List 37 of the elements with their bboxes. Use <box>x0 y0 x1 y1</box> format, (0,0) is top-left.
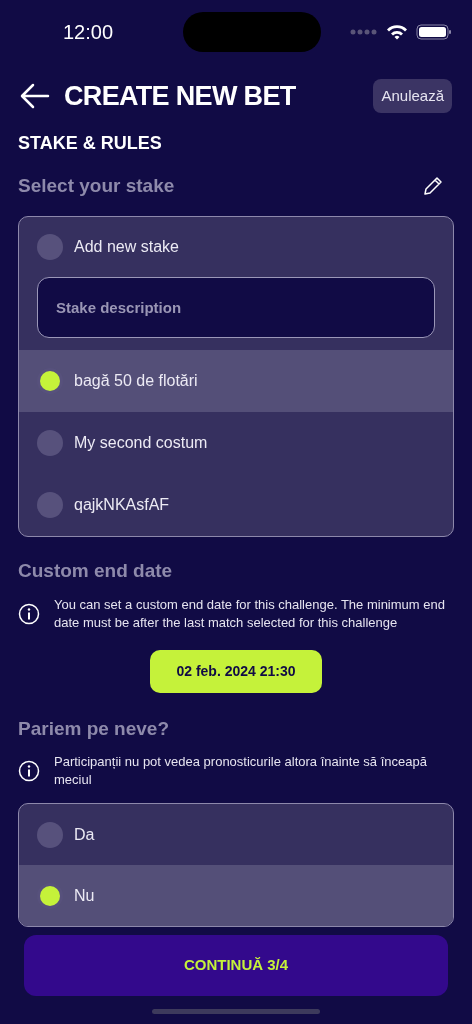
edit-icon[interactable] <box>422 175 444 197</box>
info-icon <box>18 602 40 625</box>
blind-heading: Pariem pe neve? <box>18 716 171 741</box>
battery-icon <box>416 24 452 40</box>
option-label: bagă 50 de flotări <box>74 371 198 391</box>
radio-button[interactable] <box>37 368 63 394</box>
wifi-icon <box>386 24 408 40</box>
option-row[interactable]: Da <box>19 804 453 865</box>
option-row[interactable]: bagă 50 de flotări <box>19 350 453 412</box>
option-row[interactable]: Add new stake <box>19 217 453 277</box>
radio-button[interactable] <box>37 430 63 456</box>
cancel-button[interactable]: Anulează <box>373 79 452 113</box>
radio-button[interactable] <box>37 234 63 260</box>
continue-button[interactable]: CONTINUĂ 3/4 <box>24 935 448 996</box>
end-date-heading: Custom end date <box>18 559 174 583</box>
info-text: You can set a custom end date for this challenge. The minimum end date must be after the last match selected for this challenge <box>54 595 446 632</box>
page-title: CREATE NEW BET <box>64 79 297 113</box>
radio-button[interactable] <box>37 492 63 518</box>
option-label: My second costum <box>74 433 208 453</box>
end-date-button[interactable]: 02 feb. 2024 21:30 <box>150 649 322 693</box>
option-row[interactable]: Nu <box>19 865 453 926</box>
option-label: Da <box>74 824 95 845</box>
radio-button[interactable] <box>37 821 63 848</box>
info-text: Participanții nu pot vedea pronosticurile altora înainte să înceapă meciul <box>54 753 428 789</box>
back-button[interactable] <box>20 83 50 109</box>
info-icon <box>18 760 40 782</box>
radio-button[interactable] <box>37 882 63 909</box>
option-row[interactable]: My second costum <box>19 412 453 474</box>
stake-heading: Select your stake <box>18 173 175 198</box>
signal-icon <box>350 29 378 35</box>
stake-description-field[interactable]: Stake description <box>37 277 435 338</box>
option-label: qajkNKAsfAF <box>74 495 170 515</box>
status-time: 12:00 <box>63 20 114 45</box>
option-label: Nu <box>74 885 95 906</box>
option-row[interactable]: qajkNKAsfAF <box>19 474 453 536</box>
option-label: Add new stake <box>74 237 179 257</box>
section-title: STAKE & RULES <box>18 132 163 154</box>
